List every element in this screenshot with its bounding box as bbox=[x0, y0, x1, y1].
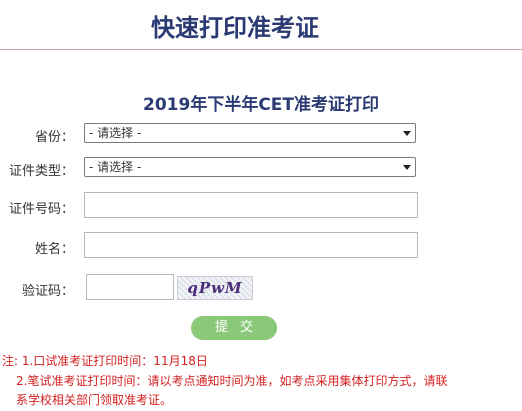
idnumber-label: 证件号码： bbox=[8, 202, 74, 217]
captcha-label: 验证码： bbox=[21, 284, 74, 299]
idtype-select[interactable]: - 请选择 - bbox=[84, 157, 416, 177]
captcha-image[interactable]: qPwM bbox=[177, 276, 253, 300]
name-label: 姓名： bbox=[34, 242, 74, 257]
province-select[interactable]: - 请选择 - bbox=[84, 123, 416, 143]
form-heading: 2019年下半年CET准考证打印 bbox=[143, 95, 379, 115]
header-divider bbox=[0, 49, 522, 50]
note-line-2: 2.笔试准考证打印时间：请以考点通知时间为准，如考点采用集体打印方式，请联 bbox=[16, 374, 448, 388]
submit-button[interactable]: 提交 bbox=[191, 316, 277, 340]
note-line-1: 注: 1.口试准考证打印时间：11月18日 bbox=[2, 354, 208, 368]
chevron-down-icon bbox=[403, 165, 411, 170]
idnumber-field[interactable] bbox=[84, 192, 418, 218]
chevron-down-icon bbox=[403, 131, 411, 136]
page-title: 快速打印准考证 bbox=[151, 14, 319, 42]
note-line-3: 系学校相关部门领取准考证。 bbox=[16, 393, 173, 407]
idtype-select-value: - 请选择 - bbox=[89, 160, 142, 174]
province-select-value: - 请选择 - bbox=[89, 126, 142, 140]
idtype-label: 证件类型： bbox=[8, 164, 74, 179]
name-field[interactable] bbox=[84, 232, 418, 258]
captcha-field[interactable] bbox=[86, 274, 174, 300]
province-label: 省份： bbox=[34, 130, 74, 145]
